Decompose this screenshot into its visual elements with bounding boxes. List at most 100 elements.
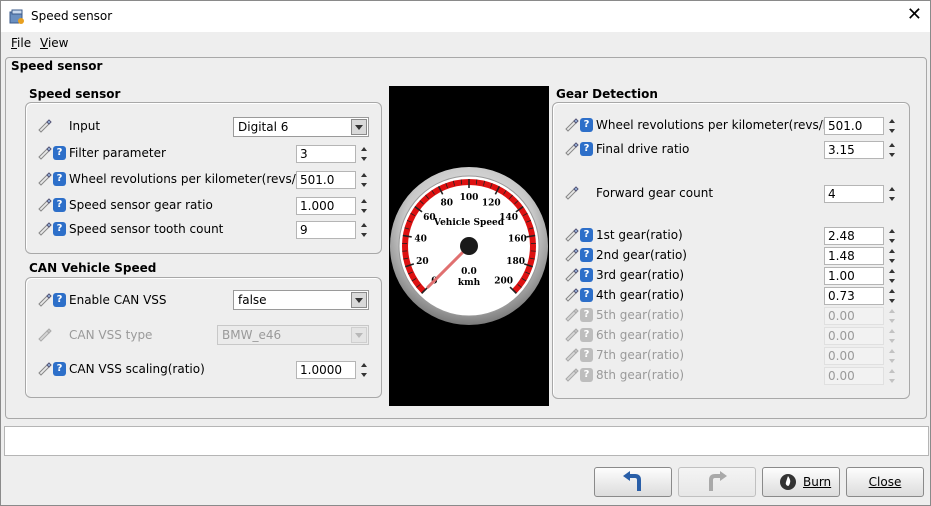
enable-can-vss-select[interactable]: false — [233, 290, 369, 310]
gear-4-row: ? 4th gear(ratio) — [563, 285, 825, 305]
vehicle-speed-gauge-panel: 020406080100120140160180200 Vehicle Spee… — [389, 86, 549, 406]
gear-7-row: ? 7th gear(ratio) — [563, 345, 825, 365]
help-icon[interactable]: ? — [53, 172, 66, 186]
gear-7-label: 7th gear(ratio) — [596, 348, 685, 362]
wheel-revs-field[interactable]: 501.0 — [296, 171, 356, 189]
edit-pen-icon — [565, 248, 579, 262]
help-icon[interactable]: ? — [53, 198, 66, 212]
help-icon[interactable]: ? — [53, 146, 66, 160]
tooth-count-label: Speed sensor tooth count — [69, 222, 224, 236]
gear-4-spinner[interactable] — [888, 287, 896, 305]
gear-1-spinner[interactable] — [888, 227, 896, 245]
forward-count-row: Forward gear count — [563, 183, 825, 203]
redo-button[interactable] — [678, 467, 756, 497]
edit-pen-icon — [38, 293, 52, 307]
gear-3-field[interactable]: 1.00 — [824, 267, 884, 285]
help-icon: ? — [580, 308, 593, 322]
edit-pen-icon — [38, 172, 52, 186]
wheel-revs-spinner[interactable] — [360, 171, 368, 189]
gear-5-label: 5th gear(ratio) — [596, 308, 685, 322]
can-vss-scaling-spinner[interactable] — [360, 361, 368, 379]
enable-can-vss-value: false — [238, 293, 267, 307]
chevron-down-icon[interactable] — [351, 119, 367, 135]
gear-1-label: 1st gear(ratio) — [596, 228, 683, 242]
gd-wheel-revs-field[interactable]: 501.0 — [824, 117, 884, 135]
close-window-icon[interactable]: ✕ — [907, 5, 922, 25]
chevron-down-icon[interactable] — [351, 292, 367, 308]
gear-5-row: ? 5th gear(ratio) — [563, 305, 825, 325]
can-vss-scaling-field[interactable]: 1.0000 — [296, 361, 356, 379]
edit-pen-icon — [565, 288, 579, 302]
filter-label: Filter parameter — [69, 146, 166, 160]
help-icon[interactable]: ? — [580, 118, 593, 132]
vehicle-speed-gauge: 020406080100120140160180200 Vehicle Spee… — [390, 167, 548, 325]
filter-field[interactable]: 3 — [296, 145, 356, 163]
edit-pen-icon — [565, 348, 579, 362]
burn-label: Burn — [803, 475, 832, 489]
help-icon[interactable]: ? — [53, 362, 66, 376]
undo-icon — [623, 471, 641, 491]
filter-spinner[interactable] — [360, 145, 368, 163]
menu-file[interactable]: File — [11, 36, 31, 50]
final-drive-label: Final drive ratio — [596, 142, 690, 156]
gear-4-label: 4th gear(ratio) — [596, 288, 685, 302]
gear-5-field[interactable]: 0.00 — [824, 307, 884, 325]
undo-button[interactable] — [594, 467, 672, 497]
edit-pen-icon — [38, 146, 52, 160]
edit-pen-icon — [565, 142, 579, 156]
tooth-count-spinner[interactable] — [360, 221, 368, 239]
edit-pen-icon — [565, 228, 579, 242]
speed-sensor-window: Speed sensor ✕ File View Speed sensor Sp… — [0, 0, 931, 506]
edit-pen-icon — [38, 198, 52, 212]
gd-wheel-revs-spinner[interactable] — [888, 117, 896, 135]
close-button[interactable]: Close — [846, 467, 924, 497]
gear-6-field[interactable]: 0.00 — [824, 327, 884, 345]
gear-ratio-spinner[interactable] — [360, 197, 368, 215]
help-icon[interactable]: ? — [580, 288, 593, 302]
gd-wheel-revs-row: ? Wheel revolutions per kilometer(revs/k… — [563, 115, 846, 135]
menu-bar: File View — [1, 32, 930, 54]
can-vss-type-row: CAN VSS type — [36, 325, 236, 345]
help-icon[interactable]: ? — [580, 142, 593, 156]
gauge-title: Vehicle Speed — [433, 218, 505, 228]
gear-7-field[interactable]: 0.00 — [824, 347, 884, 365]
edit-pen-icon — [565, 368, 579, 382]
status-area — [4, 426, 929, 456]
can-vss-type-select[interactable]: BMW_e46 — [217, 325, 369, 345]
help-icon[interactable]: ? — [580, 248, 593, 262]
gauge-unit: kmh — [458, 278, 481, 288]
gear-ratio-field[interactable]: 1.000 — [296, 197, 356, 215]
gear-4-field[interactable]: 0.73 — [824, 287, 884, 305]
final-drive-spinner[interactable] — [888, 141, 896, 159]
gauge-tick-label: 180 — [506, 257, 525, 267]
forward-count-spinner[interactable] — [888, 185, 896, 203]
gear-8-field[interactable]: 0.00 — [824, 367, 884, 385]
gauge-tick-label: 160 — [508, 234, 527, 244]
window-title: Speed sensor — [31, 9, 113, 23]
help-icon: ? — [580, 328, 593, 342]
gear-2-spinner[interactable] — [888, 247, 896, 265]
final-drive-field[interactable]: 3.15 — [824, 141, 884, 159]
gear-6-row: ? 6th gear(ratio) — [563, 325, 825, 345]
gear-2-field[interactable]: 1.48 — [824, 247, 884, 265]
input-label: Input — [69, 119, 101, 133]
burn-button[interactable]: Burn — [762, 467, 840, 497]
gauge-tick-label: 40 — [414, 234, 427, 244]
edit-pen-icon — [38, 222, 52, 236]
help-icon[interactable]: ? — [53, 293, 66, 307]
can-vss-scaling-label: CAN VSS scaling(ratio) — [69, 362, 205, 376]
edit-pen-icon — [565, 268, 579, 282]
help-icon[interactable]: ? — [580, 228, 593, 242]
help-icon[interactable]: ? — [53, 222, 66, 236]
gear-1-field[interactable]: 2.48 — [824, 227, 884, 245]
gear-3-spinner[interactable] — [888, 267, 896, 285]
input-select[interactable]: Digital 6 — [233, 117, 369, 137]
forward-count-field[interactable]: 4 — [824, 185, 884, 203]
wheel-revs-row: ? Wheel revolutions per kilometer(revs/k… — [36, 169, 319, 189]
help-icon[interactable]: ? — [580, 268, 593, 282]
gear-2-label: 2nd gear(ratio) — [596, 248, 687, 262]
help-icon: ? — [580, 368, 593, 382]
tooth-count-field[interactable]: 9 — [296, 221, 356, 239]
menu-view[interactable]: View — [40, 36, 68, 50]
filter-row: ? Filter parameter — [36, 143, 296, 163]
